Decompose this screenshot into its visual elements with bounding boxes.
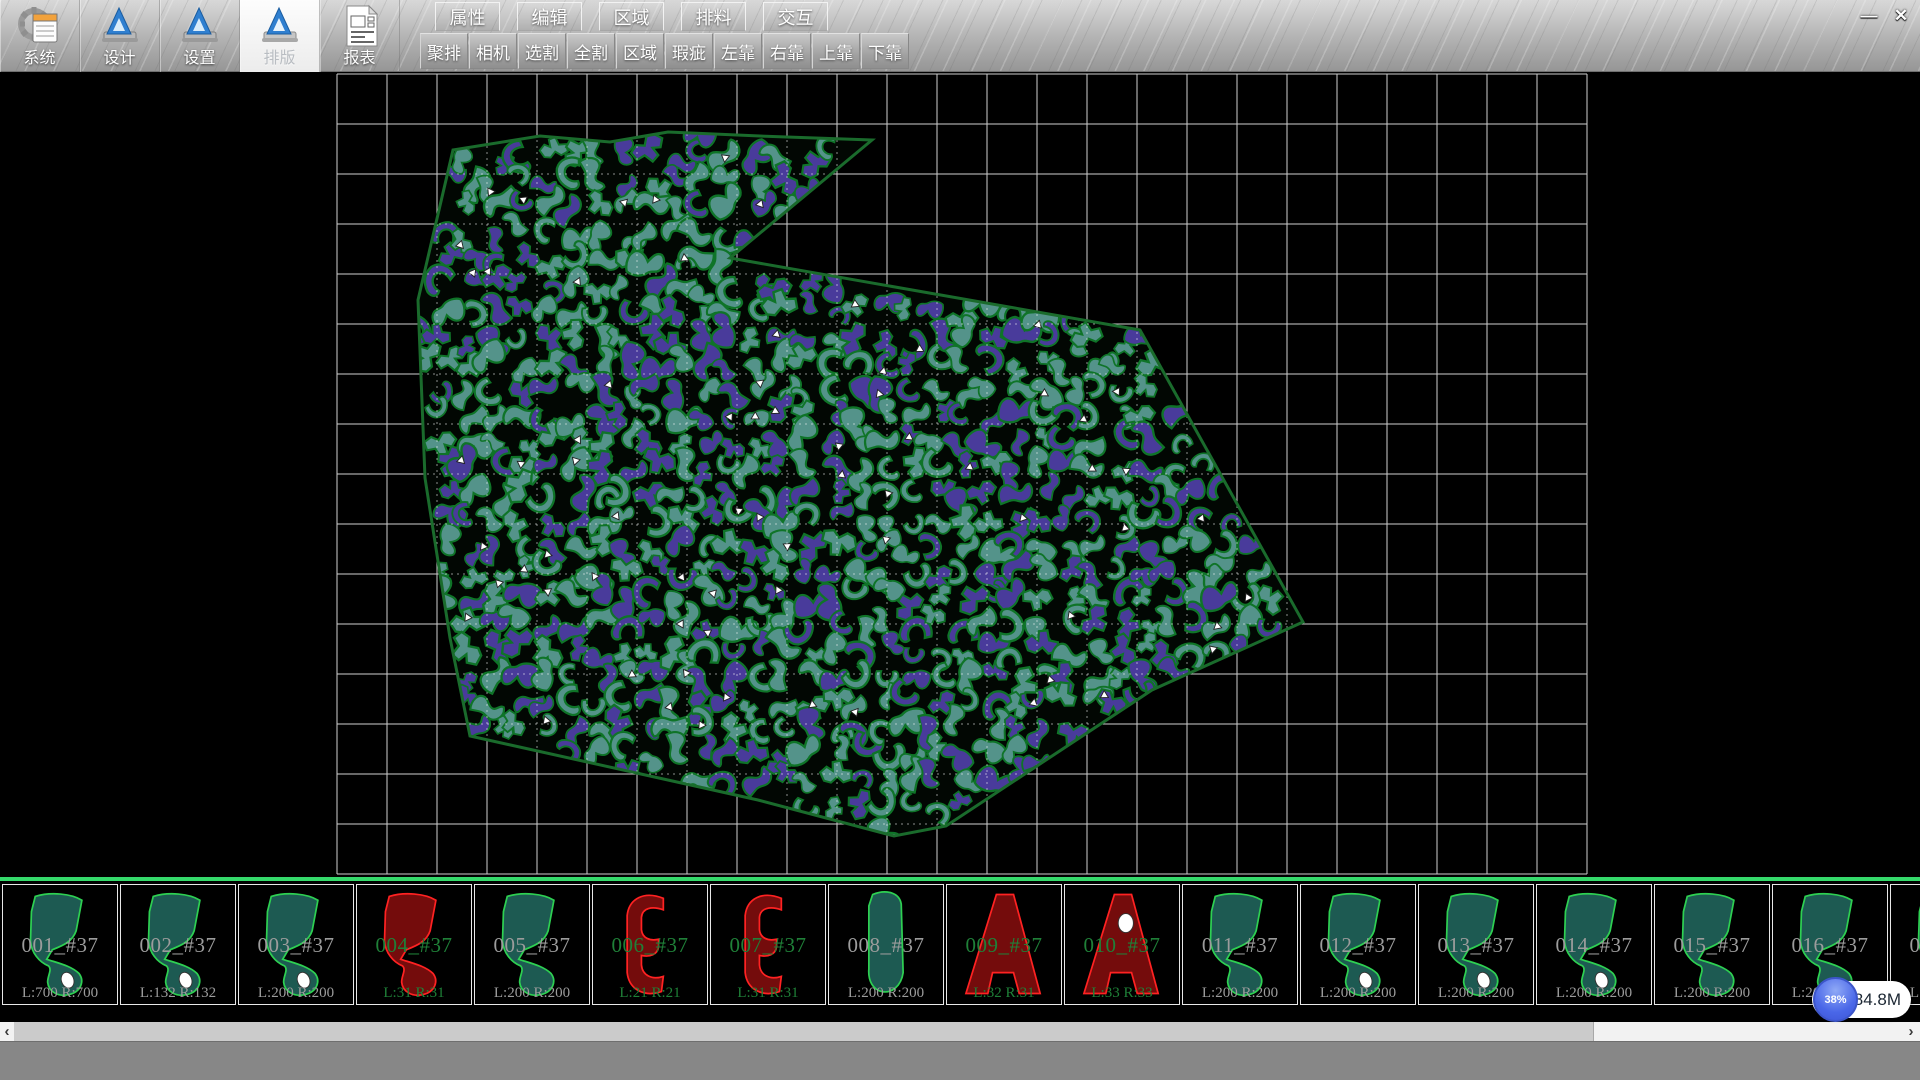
tool-button-2[interactable]: 相机 xyxy=(469,33,517,69)
mode-button-label: 系统 xyxy=(23,49,55,69)
menu-tab-3[interactable]: 区域 xyxy=(599,2,664,31)
system-icon xyxy=(16,3,64,49)
scrollbar-thumb[interactable] xyxy=(14,1022,1594,1041)
tool-button-8[interactable]: 右靠 xyxy=(763,33,811,69)
mode-button-3[interactable]: 设置 xyxy=(160,0,240,72)
tool-button-3[interactable]: 选割 xyxy=(518,33,566,69)
piece-id-label: 011_#37 xyxy=(1183,933,1297,958)
piece-id-label: 014_#37 xyxy=(1537,933,1651,958)
strip-item-011_#37[interactable]: 011_#37 L:200 R:200 xyxy=(1182,884,1298,1005)
piece-id-label: 010_#37 xyxy=(1065,933,1179,958)
piece-id-label: 002_#37 xyxy=(121,933,235,958)
tool-button-row: 聚排相机选割全割区域瑕疵左靠右靠上靠下靠 xyxy=(420,33,909,69)
nesting-canvas[interactable] xyxy=(0,72,1920,877)
strip-item-004_#37[interactable]: 004_#37 L:31 R:31 xyxy=(356,884,472,1005)
tool-button-10[interactable]: 下靠 xyxy=(861,33,909,69)
piece-id-label: 001_#37 xyxy=(3,933,117,958)
window-controls: — ✕ xyxy=(1856,5,1914,27)
piece-id-label: 003_#37 xyxy=(239,933,353,958)
tool-button-9[interactable]: 上靠 xyxy=(812,33,860,69)
tool-button-4[interactable]: 全割 xyxy=(567,33,615,69)
strip-item-015_#37[interactable]: 015_#37 L:200 R:200 xyxy=(1654,884,1770,1005)
menu-tab-1[interactable]: 属性 xyxy=(435,2,500,31)
strip-item-006_#37[interactable]: 006_#37 L:21 R:21 xyxy=(592,884,708,1005)
mode-button-label: 设置 xyxy=(183,49,215,69)
piece-id-label: 005_#37 xyxy=(475,933,589,958)
strip-item-010_#37[interactable]: 010_#37 L:33 R:33 xyxy=(1064,884,1180,1005)
piece-id-label: 012_#37 xyxy=(1301,933,1415,958)
piece-lr-count-label: L:31 R:31 xyxy=(711,985,825,1002)
strip-cells: 001_#37L:700 R:700002_#37L:132 R:132003_… xyxy=(2,884,1920,1005)
mode-button-label: 排版 xyxy=(263,49,295,69)
report-icon xyxy=(336,3,384,49)
progress-value: 38% xyxy=(1824,994,1846,1006)
piece-lr-count-label: L:200 R:200 xyxy=(1655,985,1769,1002)
strip-item-013_#37[interactable]: 013_#37 L:200 R:200 xyxy=(1418,884,1534,1005)
menu-tab-row: 属性编辑区域排料交互 xyxy=(435,2,828,31)
piece-id-label: 015_#37 xyxy=(1655,933,1769,958)
main-mode-buttons: 系统 设计 设置 排版 报表 xyxy=(0,0,400,72)
piece-lr-count-label: L:700 R:700 xyxy=(3,985,117,1002)
piece-id-label: 004_#37 xyxy=(357,933,471,958)
main-toolbar: 系统设计设置排版报表 属性编辑区域排料交互 聚排相机选割全割区域瑕疵左靠右靠上靠… xyxy=(0,0,1920,72)
piece-id-label: 016_#37 xyxy=(1773,933,1887,958)
piece-lr-count-label: L:200 R:200 xyxy=(1301,985,1415,1002)
minimize-button[interactable]: — xyxy=(1856,5,1882,27)
piece-lr-count-label: L:200 R:200 xyxy=(475,985,589,1002)
bottom-status-bar xyxy=(0,1041,1920,1080)
menu-tab-4[interactable]: 排料 xyxy=(681,2,746,31)
close-button[interactable]: ✕ xyxy=(1888,5,1914,27)
mode-button-2[interactable]: 设计 xyxy=(80,0,160,72)
strip-item-003_#37[interactable]: 003_#37 L:200 R:200 xyxy=(238,884,354,1005)
strip-item-008_#37[interactable]: 008_#37 L:200 R:200 xyxy=(828,884,944,1005)
progress-circle: 38% xyxy=(1813,977,1858,1022)
piece-lr-count-label: L:200 R:200 xyxy=(1537,985,1651,1002)
piece-id-label: 008_#37 xyxy=(829,933,943,958)
strip-item-012_#37[interactable]: 012_#37 L:200 R:200 xyxy=(1300,884,1416,1005)
scroll-right-arrow-icon[interactable]: › xyxy=(1904,1022,1918,1041)
strip-item-009_#37[interactable]: 009_#37 L:32 R:31 xyxy=(946,884,1062,1005)
mode-button-label: 报表 xyxy=(343,49,375,69)
piece-lr-count-label: L:200 R:200 xyxy=(239,985,353,1002)
pieces-strip: 001_#37L:700 R:700002_#37L:132 R:132003_… xyxy=(0,877,1920,1022)
piece-lr-count-label: L:200 R:200 xyxy=(829,985,943,1002)
strip-item-007_#37[interactable]: 007_#37 L:31 R:31 xyxy=(710,884,826,1005)
strip-item-014_#37[interactable]: 014_#37 L:200 R:200 xyxy=(1536,884,1652,1005)
strip-item-001_#37[interactable]: 001_#37 L:700 R:700 xyxy=(2,884,118,1005)
strip-item-005_#37[interactable]: 005_#37 L:200 R:200 xyxy=(474,884,590,1005)
mode-button-label: 设计 xyxy=(103,49,135,69)
piece-lr-count-label: L:200 R:200 xyxy=(1419,985,1533,1002)
piece-lr-count-label: L:33 R:33 xyxy=(1065,985,1179,1002)
tool-button-7[interactable]: 左靠 xyxy=(714,33,762,69)
tool-button-6[interactable]: 瑕疵 xyxy=(665,33,713,69)
mode-button-4[interactable]: 排版 xyxy=(240,0,320,72)
layout-icon xyxy=(256,3,304,49)
strip-item-002_#37[interactable]: 002_#37 L:132 R:132 xyxy=(120,884,236,1005)
piece-lr-count-label: L:31 R:31 xyxy=(357,985,471,1002)
design-icon xyxy=(96,3,144,49)
tool-button-1[interactable]: 聚排 xyxy=(420,33,468,69)
memory-badge: 384.8M 38% xyxy=(1812,979,1912,1019)
piece-id-label: 017_#37 xyxy=(1891,933,1920,958)
scroll-left-arrow-icon[interactable]: ‹ xyxy=(0,1022,14,1041)
tool-button-5[interactable]: 区域 xyxy=(616,33,664,69)
piece-lr-count-label: L:21 R:21 xyxy=(593,985,707,1002)
piece-lr-count-label: L:32 R:31 xyxy=(947,985,1061,1002)
menu-tab-5[interactable]: 交互 xyxy=(763,2,828,31)
piece-lr-count-label: L:132 R:132 xyxy=(121,985,235,1002)
piece-id-label: 006_#37 xyxy=(593,933,707,958)
menu-tab-2[interactable]: 编辑 xyxy=(517,2,582,31)
mode-button-5[interactable]: 报表 xyxy=(320,0,400,72)
strip-accent-line xyxy=(0,877,1920,881)
piece-id-label: 013_#37 xyxy=(1419,933,1533,958)
piece-id-label: 009_#37 xyxy=(947,933,1061,958)
settings-icon xyxy=(176,3,224,49)
horizontal-scrollbar[interactable]: ‹ › xyxy=(0,1022,1920,1041)
piece-id-label: 007_#37 xyxy=(711,933,825,958)
piece-lr-count-label: L:200 R:200 xyxy=(1183,985,1297,1002)
mode-button-1[interactable]: 系统 xyxy=(0,0,80,72)
